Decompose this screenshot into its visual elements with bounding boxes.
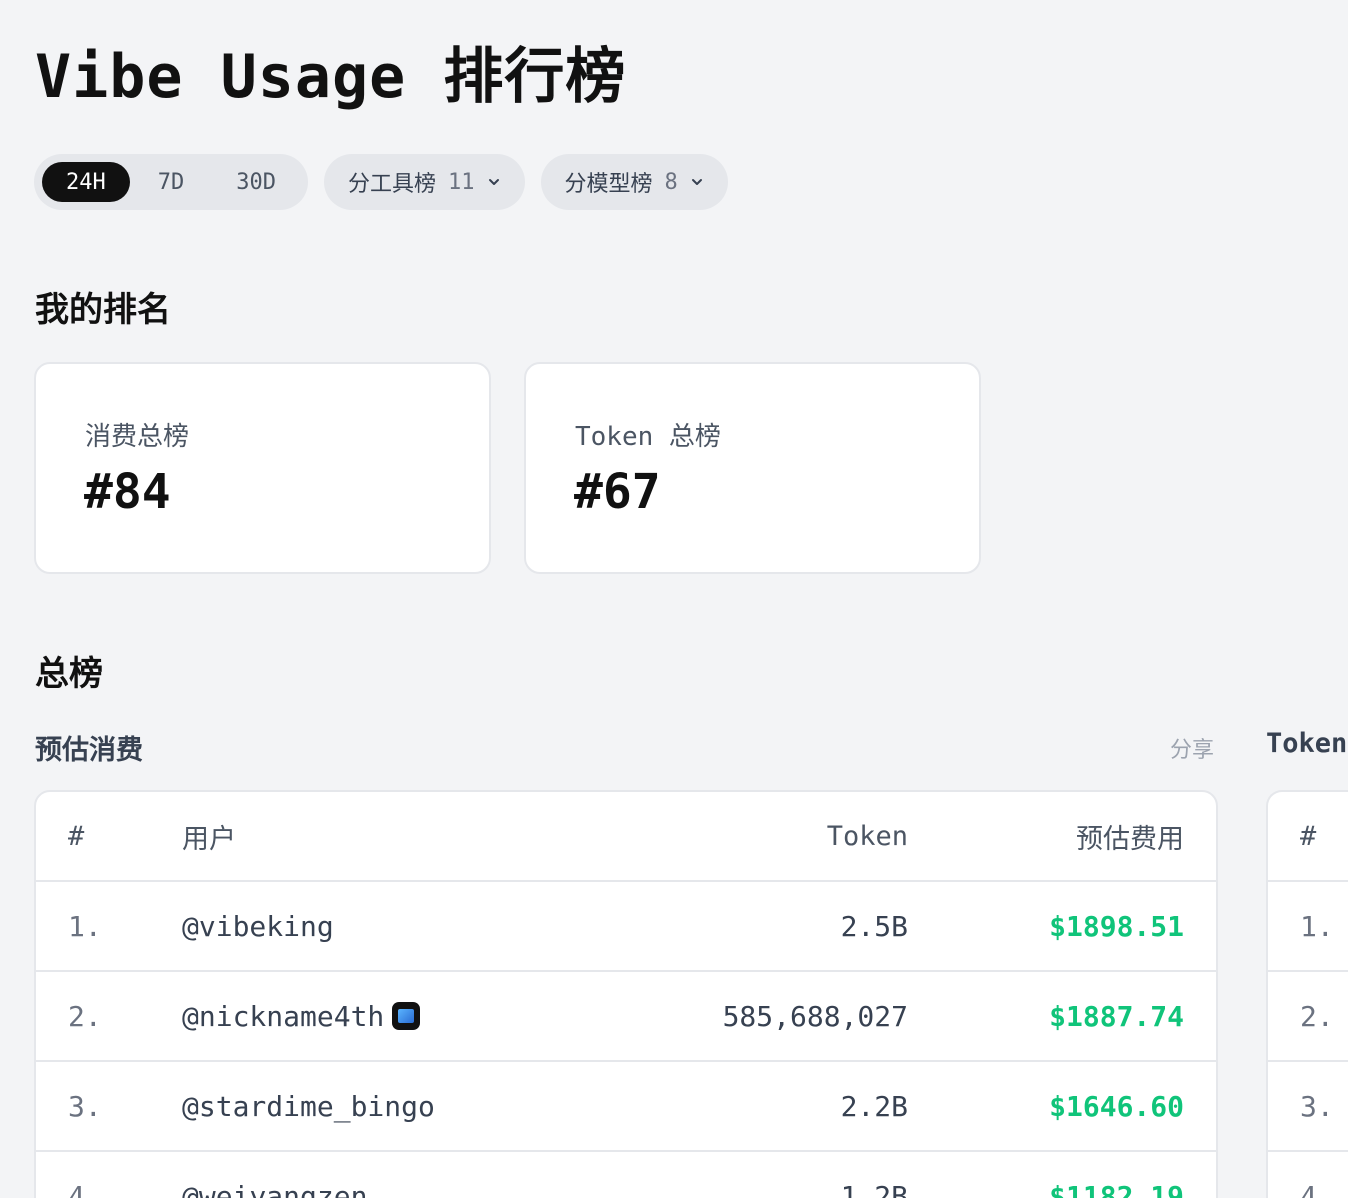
row-cost: $1887.74 bbox=[1049, 999, 1184, 1033]
row-token: 2.2B bbox=[840, 1089, 908, 1123]
row-user[interactable]: @stardime_bingo bbox=[182, 1062, 435, 1150]
row-rank: 1. bbox=[1300, 909, 1334, 943]
model-board-count: 8 bbox=[664, 169, 678, 195]
cost-board-table: # 用户 Token 预估费用 1. @vibeking 2.5B $1898.… bbox=[34, 790, 1218, 1198]
row-user-name: @vibeking bbox=[182, 909, 334, 943]
table-row[interactable]: 3. bbox=[1268, 1062, 1348, 1152]
col-cost-header: 预估费用 bbox=[1076, 823, 1184, 855]
table-row[interactable]: 1. bbox=[1268, 882, 1348, 972]
table-row[interactable]: 4. bbox=[1268, 1152, 1348, 1198]
cost-rank-label: 消费总榜 bbox=[85, 422, 190, 452]
row-token: 585,688,027 bbox=[722, 999, 908, 1033]
col-user-header: 用户 bbox=[182, 823, 236, 855]
row-cost: $1182.19 bbox=[1049, 1179, 1184, 1198]
row-rank: 2. bbox=[68, 999, 102, 1033]
period-30d-button[interactable]: 30D bbox=[212, 162, 300, 202]
table-row[interactable]: 3. @stardime_bingo 2.2B $1646.60 bbox=[36, 1062, 1216, 1152]
model-board-label: 分模型榜 bbox=[564, 172, 653, 197]
period-7d-button[interactable]: 7D bbox=[134, 162, 209, 202]
table-header-row: # bbox=[1268, 792, 1348, 882]
token-rank-value: #67 bbox=[574, 464, 661, 520]
col-token-header: Token bbox=[826, 820, 908, 852]
token-board-table: # 1. 2. 3. 4. bbox=[1266, 790, 1348, 1198]
row-user-name: @stardime_bingo bbox=[182, 1089, 435, 1123]
cost-rank-value: #84 bbox=[84, 464, 171, 520]
row-rank: 3. bbox=[1300, 1089, 1334, 1123]
share-button[interactable]: 分享 bbox=[1170, 732, 1214, 764]
token-rank-label: Token 总榜 bbox=[575, 422, 721, 452]
row-rank: 3. bbox=[68, 1089, 102, 1123]
token-rank-card: Token 总榜 #67 bbox=[524, 362, 981, 574]
tool-board-label: 分工具榜 bbox=[348, 172, 437, 197]
row-user[interactable]: @weiyangzen bbox=[182, 1152, 367, 1198]
table-row[interactable]: 2. bbox=[1268, 972, 1348, 1062]
table-row[interactable]: 4. @weiyangzen 1.2B $1182.19 bbox=[36, 1152, 1216, 1198]
period-24h-button[interactable]: 24H bbox=[42, 162, 130, 202]
period-selector: 24H 7D 30D bbox=[34, 154, 308, 210]
row-token: 2.5B bbox=[840, 909, 908, 943]
cost-board-title: 预估消费 bbox=[35, 735, 143, 766]
page-title: Vibe Usage 排行榜 bbox=[35, 42, 627, 112]
tool-board-dropdown[interactable]: 分工具榜 11 bbox=[324, 154, 525, 210]
tool-board-count: 11 bbox=[448, 169, 475, 195]
row-cost: $1898.51 bbox=[1049, 909, 1184, 943]
chevron-down-icon bbox=[488, 179, 499, 185]
chevron-down-icon bbox=[691, 179, 702, 185]
overall-heading: 总榜 bbox=[35, 654, 103, 694]
row-rank: 2. bbox=[1300, 999, 1334, 1033]
row-rank: 4. bbox=[68, 1179, 102, 1198]
col-rank-header: # bbox=[1300, 820, 1317, 852]
cost-rank-card: 消费总榜 #84 bbox=[34, 362, 491, 574]
my-rank-heading: 我的排名 bbox=[35, 290, 171, 330]
token-board-title: Token bbox=[1266, 728, 1348, 759]
leaderboard-page: Vibe Usage 排行榜 24H 7D 30D 分工具榜 11 分模型榜 8… bbox=[0, 0, 1348, 1198]
row-cost: $1646.60 bbox=[1049, 1089, 1184, 1123]
app-badge-icon bbox=[392, 1002, 421, 1030]
table-row[interactable]: 1. @vibeking 2.5B $1898.51 bbox=[36, 882, 1216, 972]
row-user-name: @weiyangzen bbox=[182, 1179, 368, 1198]
row-token: 1.2B bbox=[840, 1179, 908, 1198]
col-rank-header: # bbox=[68, 820, 85, 852]
table-header-row: # 用户 Token 预估费用 bbox=[36, 792, 1216, 882]
row-user[interactable]: @vibeking bbox=[182, 882, 334, 970]
row-user-name: @nickname4th bbox=[182, 999, 385, 1033]
row-rank: 4. bbox=[1300, 1179, 1334, 1198]
model-board-dropdown[interactable]: 分模型榜 8 bbox=[540, 154, 728, 210]
row-rank: 1. bbox=[68, 909, 102, 943]
row-user[interactable]: @nickname4th bbox=[182, 972, 421, 1060]
table-row[interactable]: 2. @nickname4th 585,688,027 $1887.74 bbox=[36, 972, 1216, 1062]
filter-bar: 24H 7D 30D 分工具榜 11 分模型榜 8 bbox=[34, 154, 728, 210]
